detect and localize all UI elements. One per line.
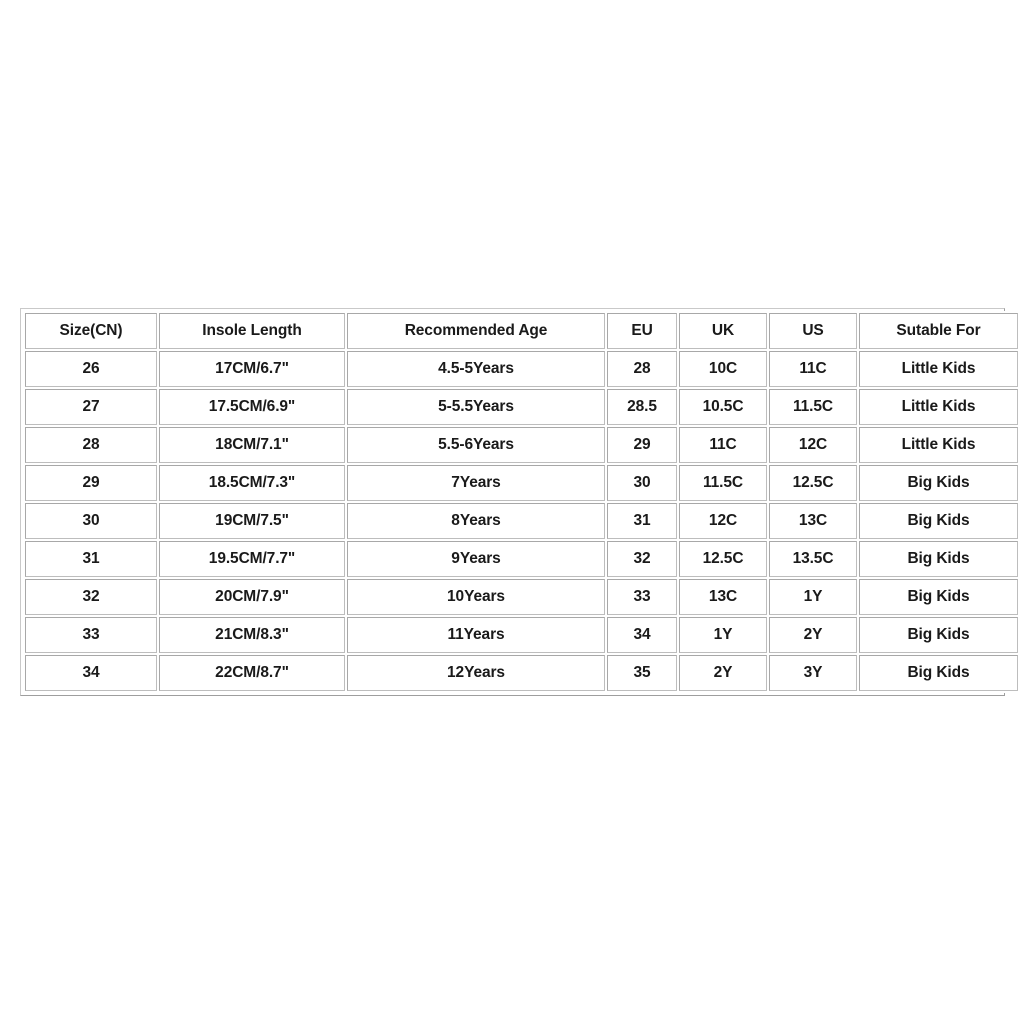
table-header-row: Size(CN) Insole Length Recommended Age E…: [25, 313, 1018, 349]
column-header-eu: EU: [607, 313, 677, 349]
cell-size-cn: 32: [25, 579, 157, 615]
size-chart-table: Size(CN) Insole Length Recommended Age E…: [23, 311, 1020, 693]
cell-uk: 12C: [679, 503, 767, 539]
cell-suitable-for: Big Kids: [859, 541, 1018, 577]
cell-insole-length: 19CM/7.5": [159, 503, 345, 539]
cell-insole-length: 18.5CM/7.3": [159, 465, 345, 501]
cell-recommended-age: 5.5-6Years: [347, 427, 605, 463]
cell-size-cn: 30: [25, 503, 157, 539]
cell-uk: 13C: [679, 579, 767, 615]
cell-insole-length: 17CM/6.7": [159, 351, 345, 387]
cell-eu: 28: [607, 351, 677, 387]
cell-suitable-for: Little Kids: [859, 427, 1018, 463]
table-row: 31 19.5CM/7.7" 9Years 32 12.5C 13.5C Big…: [25, 541, 1018, 577]
cell-us: 11.5C: [769, 389, 857, 425]
cell-us: 12.5C: [769, 465, 857, 501]
cell-recommended-age: 7Years: [347, 465, 605, 501]
cell-us: 3Y: [769, 655, 857, 691]
cell-suitable-for: Big Kids: [859, 617, 1018, 653]
table-row: 29 18.5CM/7.3" 7Years 30 11.5C 12.5C Big…: [25, 465, 1018, 501]
cell-suitable-for: Little Kids: [859, 351, 1018, 387]
cell-recommended-age: 8Years: [347, 503, 605, 539]
cell-size-cn: 34: [25, 655, 157, 691]
cell-size-cn: 29: [25, 465, 157, 501]
cell-uk: 11C: [679, 427, 767, 463]
cell-size-cn: 27: [25, 389, 157, 425]
cell-uk: 2Y: [679, 655, 767, 691]
cell-suitable-for: Little Kids: [859, 389, 1018, 425]
cell-size-cn: 28: [25, 427, 157, 463]
cell-uk: 10.5C: [679, 389, 767, 425]
cell-suitable-for: Big Kids: [859, 465, 1018, 501]
size-chart-body: 26 17CM/6.7" 4.5-5Years 28 10C 11C Littl…: [25, 351, 1018, 691]
size-chart-container: Size(CN) Insole Length Recommended Age E…: [20, 308, 1020, 696]
table-row: 32 20CM/7.9" 10Years 33 13C 1Y Big Kids: [25, 579, 1018, 615]
column-header-us: US: [769, 313, 857, 349]
cell-eu: 35: [607, 655, 677, 691]
cell-recommended-age: 5-5.5Years: [347, 389, 605, 425]
cell-uk: 12.5C: [679, 541, 767, 577]
cell-us: 13C: [769, 503, 857, 539]
table-row: 28 18CM/7.1" 5.5-6Years 29 11C 12C Littl…: [25, 427, 1018, 463]
cell-eu: 31: [607, 503, 677, 539]
table-row: 34 22CM/8.7" 12Years 35 2Y 3Y Big Kids: [25, 655, 1018, 691]
cell-size-cn: 26: [25, 351, 157, 387]
cell-uk: 11.5C: [679, 465, 767, 501]
cell-us: 1Y: [769, 579, 857, 615]
cell-uk: 10C: [679, 351, 767, 387]
cell-recommended-age: 12Years: [347, 655, 605, 691]
cell-uk: 1Y: [679, 617, 767, 653]
cell-insole-length: 22CM/8.7": [159, 655, 345, 691]
cell-recommended-age: 10Years: [347, 579, 605, 615]
cell-eu: 28.5: [607, 389, 677, 425]
cell-recommended-age: 11Years: [347, 617, 605, 653]
cell-us: 2Y: [769, 617, 857, 653]
cell-recommended-age: 4.5-5Years: [347, 351, 605, 387]
table-row: 30 19CM/7.5" 8Years 31 12C 13C Big Kids: [25, 503, 1018, 539]
cell-eu: 33: [607, 579, 677, 615]
cell-us: 12C: [769, 427, 857, 463]
cell-eu: 34: [607, 617, 677, 653]
column-header-insole-length: Insole Length: [159, 313, 345, 349]
cell-us: 13.5C: [769, 541, 857, 577]
cell-eu: 30: [607, 465, 677, 501]
cell-insole-length: 20CM/7.9": [159, 579, 345, 615]
table-row: 26 17CM/6.7" 4.5-5Years 28 10C 11C Littl…: [25, 351, 1018, 387]
column-header-uk: UK: [679, 313, 767, 349]
cell-recommended-age: 9Years: [347, 541, 605, 577]
cell-insole-length: 17.5CM/6.9": [159, 389, 345, 425]
column-header-recommended-age: Recommended Age: [347, 313, 605, 349]
cell-us: 11C: [769, 351, 857, 387]
column-header-suitable-for: Sutable For: [859, 313, 1018, 349]
cell-suitable-for: Big Kids: [859, 579, 1018, 615]
cell-insole-length: 18CM/7.1": [159, 427, 345, 463]
cell-insole-length: 21CM/8.3": [159, 617, 345, 653]
table-row: 27 17.5CM/6.9" 5-5.5Years 28.5 10.5C 11.…: [25, 389, 1018, 425]
cell-suitable-for: Big Kids: [859, 655, 1018, 691]
cell-size-cn: 31: [25, 541, 157, 577]
column-header-size-cn: Size(CN): [25, 313, 157, 349]
cell-size-cn: 33: [25, 617, 157, 653]
cell-eu: 29: [607, 427, 677, 463]
cell-eu: 32: [607, 541, 677, 577]
cell-insole-length: 19.5CM/7.7": [159, 541, 345, 577]
size-chart-header: Size(CN) Insole Length Recommended Age E…: [25, 313, 1018, 349]
cell-suitable-for: Big Kids: [859, 503, 1018, 539]
table-row: 33 21CM/8.3" 11Years 34 1Y 2Y Big Kids: [25, 617, 1018, 653]
